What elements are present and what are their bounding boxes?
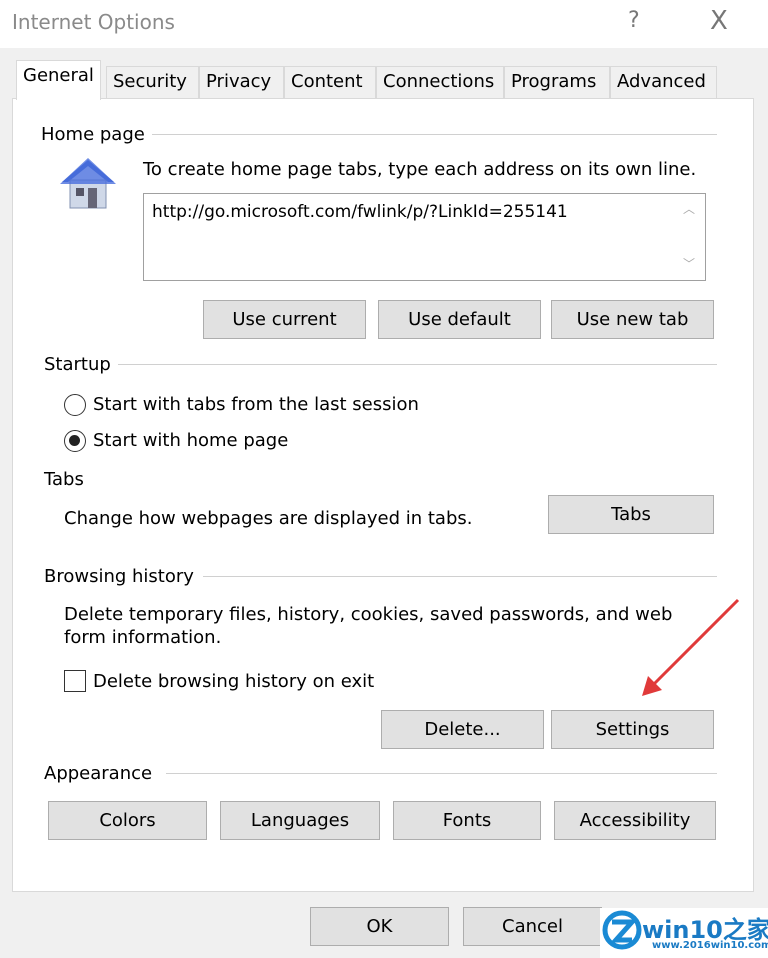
divider (152, 134, 717, 135)
home-page-instruction: To create home page tabs, type each addr… (143, 159, 697, 180)
delete-on-exit-checkbox[interactable] (64, 670, 86, 692)
use-current-button[interactable]: Use current (203, 300, 366, 339)
tab-privacy[interactable]: Privacy (199, 66, 284, 99)
house-icon (60, 158, 116, 209)
watermark-url: www.2016win10.com (652, 940, 768, 951)
divider (203, 576, 717, 577)
home-page-heading: Home page (41, 124, 145, 145)
tab-content[interactable]: Content (284, 66, 376, 99)
use-default-button[interactable]: Use default (378, 300, 541, 339)
browsing-history-description: Delete temporary files, history, cookies… (64, 604, 673, 625)
fonts-button[interactable]: Fonts (393, 801, 541, 840)
tabs-heading: Tabs (44, 469, 84, 490)
browsing-history-heading: Browsing history (44, 566, 194, 587)
radio-last-session[interactable] (64, 394, 86, 416)
watermark-logo: win10之家 www.2016win10.com (600, 908, 768, 958)
browsing-history-description-2: form information. (64, 627, 222, 648)
tabs-description: Change how webpages are displayed in tab… (64, 508, 473, 529)
appearance-heading: Appearance (44, 763, 153, 784)
window-title: Internet Options (12, 10, 175, 34)
cancel-button[interactable]: Cancel (463, 907, 602, 946)
scroll-up-icon[interactable]: ︿ (683, 200, 695, 217)
use-new-tab-button[interactable]: Use new tab (551, 300, 714, 339)
annotation-arrow-icon (642, 598, 740, 696)
scroll-down-icon[interactable]: ﹀ (683, 255, 695, 272)
accessibility-button[interactable]: Accessibility (554, 801, 716, 840)
tabs-button[interactable]: Tabs (548, 495, 714, 534)
title-bar: Internet Options ? X (0, 0, 768, 48)
home-page-url-value: http://go.microsoft.com/fwlink/p/?LinkId… (152, 202, 568, 222)
tab-security[interactable]: Security (106, 66, 199, 99)
tab-connections[interactable]: Connections (376, 66, 504, 99)
home-page-url-textarea[interactable]: http://go.microsoft.com/fwlink/p/?LinkId… (143, 193, 706, 281)
settings-button[interactable]: Settings (551, 710, 714, 749)
help-button[interactable]: ? (628, 8, 640, 33)
startup-heading: Startup (44, 354, 111, 375)
divider (166, 773, 717, 774)
radio-home-page-label[interactable]: Start with home page (93, 430, 288, 451)
delete-on-exit-label[interactable]: Delete browsing history on exit (93, 671, 374, 692)
tab-programs[interactable]: Programs (504, 66, 610, 99)
radio-home-page[interactable] (64, 430, 86, 452)
colors-button[interactable]: Colors (48, 801, 207, 840)
close-button[interactable]: X (710, 6, 728, 36)
languages-button[interactable]: Languages (220, 801, 380, 840)
win10-logo-icon (602, 910, 642, 950)
radio-last-session-label[interactable]: Start with tabs from the last session (93, 394, 419, 415)
divider (118, 364, 717, 365)
ok-button[interactable]: OK (310, 907, 449, 946)
tab-advanced[interactable]: Advanced (610, 66, 717, 99)
delete-button[interactable]: Delete... (381, 710, 544, 749)
tab-general[interactable]: General (16, 60, 101, 100)
